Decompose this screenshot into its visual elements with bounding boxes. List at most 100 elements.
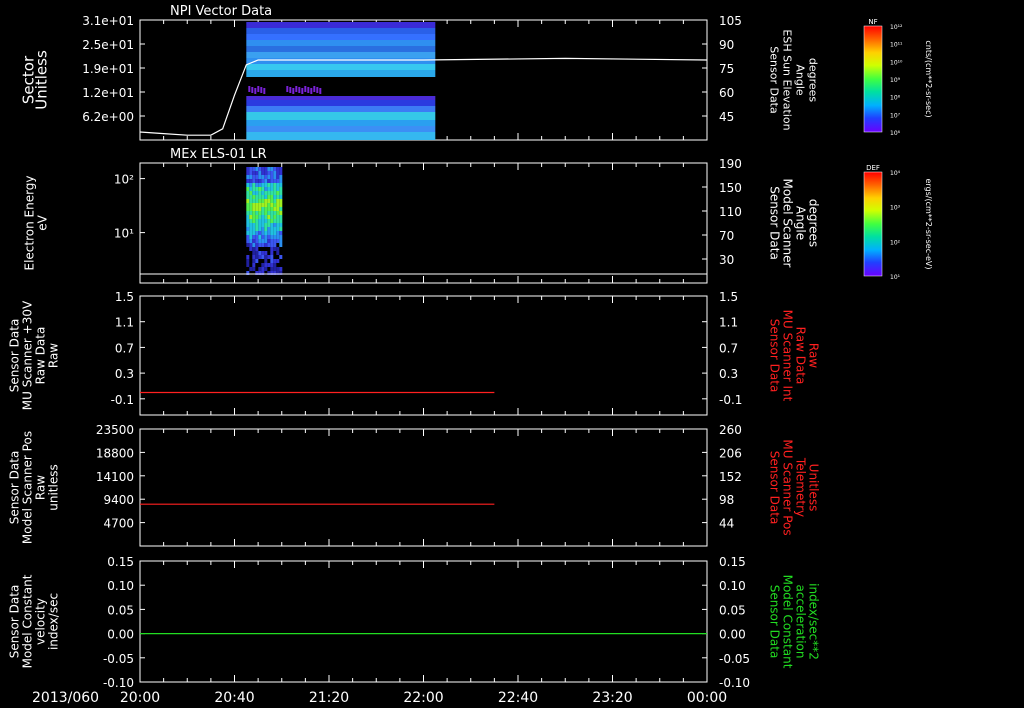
spectrogram-cell <box>246 195 250 199</box>
spectrogram-cell <box>249 223 253 227</box>
time-tick-label: 20:40 <box>214 690 254 706</box>
colorbar-unit: ergs/(cm**2-sr-sec-eV) <box>924 178 933 269</box>
spectrogram-cell <box>276 223 280 227</box>
spectrogram-cell <box>249 195 253 199</box>
spectrogram-cell <box>279 207 283 211</box>
right-axis-label-line: Sensor Data <box>768 186 782 260</box>
spectrogram-cell <box>255 259 259 263</box>
spectrogram-cell <box>273 219 277 223</box>
spectrogram-cell <box>246 199 250 203</box>
y2-tick-label: 110 <box>719 205 742 219</box>
heatmap-cell <box>248 86 251 92</box>
spectrogram-cell <box>255 235 259 239</box>
spectrogram-cell <box>249 235 253 239</box>
y-tick-label: 0.3 <box>115 367 134 381</box>
spectrogram-cell <box>273 223 277 227</box>
y-tick-label: 1.9e+01 <box>82 62 134 76</box>
spectrogram-cell <box>252 199 256 203</box>
panel-frame <box>139 162 708 284</box>
spectrogram-cell <box>261 207 265 211</box>
y2-tick-label: 30 <box>719 253 734 267</box>
y2-tick-label: 0.3 <box>719 367 738 381</box>
spectrogram-cell <box>261 199 265 203</box>
spectrogram-cell <box>255 175 259 179</box>
y-tick-label: 3.1e+01 <box>82 14 134 28</box>
spectrogram-cell <box>255 223 259 227</box>
panel-5: 0.15 0.10 0.05 0.00 -0.05 -0.10 0.15 0.10 0.05 0.… <box>8 555 821 690</box>
left-axis-label: SectorUnitless <box>20 50 51 110</box>
heatmap-band <box>246 100 436 106</box>
heatmap-cell <box>254 88 257 94</box>
y2-tick-label: 206 <box>719 446 742 460</box>
right-axis-label-line: Sensor Data <box>768 451 782 525</box>
spectrogram-cell <box>252 175 256 179</box>
spectrogram-cell <box>273 199 277 203</box>
panel-4: 23500 18800 14100 9400 4700 260 206 152 98 44 Sens… <box>8 423 821 547</box>
spectrogram-cell <box>267 227 271 231</box>
colorbar-unit-text: cnts/(cm**2-sr-sec) <box>924 40 933 117</box>
spectrogram-cell <box>279 187 283 191</box>
spectrogram-cell <box>279 179 283 183</box>
spectrogram-cell <box>252 207 256 211</box>
spectrogram-cell <box>246 227 250 231</box>
spectrogram-cell <box>267 219 271 223</box>
spectrogram-cell <box>273 243 277 247</box>
spectrogram-cell <box>264 175 268 179</box>
left-axis-label-line: Model Constant <box>21 574 35 668</box>
y2-tick-label: 75 <box>719 62 734 76</box>
spectrogram-cell <box>273 267 277 271</box>
spectrogram-cell <box>276 211 280 215</box>
spectrogram-cell <box>258 235 262 239</box>
spectrogram-cell <box>255 211 259 215</box>
y-tick-label: 1.1 <box>115 316 134 330</box>
spectrogram-cell <box>270 215 274 219</box>
spectrogram-cell <box>270 187 274 191</box>
y2-tick-label: 45 <box>719 110 734 124</box>
spectrogram-cell <box>252 251 256 255</box>
left-axis-label: Electron Energy eV <box>23 175 50 270</box>
heatmap-cell <box>319 88 322 94</box>
y-tick-label: 10¹ <box>114 227 134 241</box>
spectrogram-cell <box>246 255 250 259</box>
spectrogram-cell <box>252 211 256 215</box>
spectrogram-cell <box>246 239 250 243</box>
spectrogram-cell <box>273 175 277 179</box>
spectrogram-cell <box>273 187 277 191</box>
spectrogram-cell <box>261 215 265 219</box>
y2-tick-label: 150 <box>719 181 742 195</box>
heatmap-cell <box>313 86 316 92</box>
spectrogram-cell <box>249 215 253 219</box>
spectrogram-cell <box>276 167 280 171</box>
spectrogram-cell <box>246 171 250 175</box>
right-axis-label-line: Model Constant <box>781 575 795 669</box>
spectrogram-cell <box>252 191 256 195</box>
spectrogram-cell <box>261 227 265 231</box>
spectrogram-cell <box>261 251 265 255</box>
y-tick-label: 6.2e+00 <box>82 110 134 124</box>
spectrogram-cell <box>258 211 262 215</box>
spectrogram-cell <box>246 231 250 235</box>
right-axis-label-line: Sensor Data <box>768 46 781 113</box>
heatmap-band <box>246 126 436 132</box>
y2-tick-label: -0.10 <box>719 676 750 690</box>
spectrogram-cell <box>267 243 271 247</box>
spectrogram-cell <box>252 187 256 191</box>
y2-tick-label: 152 <box>719 470 742 484</box>
spectrogram-cell <box>264 239 268 243</box>
y-tick-label: -0.1 <box>111 393 134 407</box>
heatmap-band <box>246 22 436 28</box>
heatmap-cell <box>286 86 289 92</box>
colorbar-tick-label: 10⁷ <box>890 112 901 119</box>
panel-frame <box>139 428 708 547</box>
spectrogram-cell <box>258 215 262 219</box>
colorbar-tick-label: 10³ <box>890 205 901 212</box>
spectrogram-cell <box>246 167 250 171</box>
heatmap-cell <box>292 88 295 94</box>
spectrogram-cell <box>255 167 259 171</box>
spectrogram-cell <box>258 175 262 179</box>
spectrogram-cell <box>267 263 271 267</box>
spectrogram-cell <box>273 195 277 199</box>
time-tick-label: 00:00 <box>687 690 727 706</box>
spectrogram-cell <box>267 199 271 203</box>
right-axis-label-line: acceleration <box>794 585 808 659</box>
